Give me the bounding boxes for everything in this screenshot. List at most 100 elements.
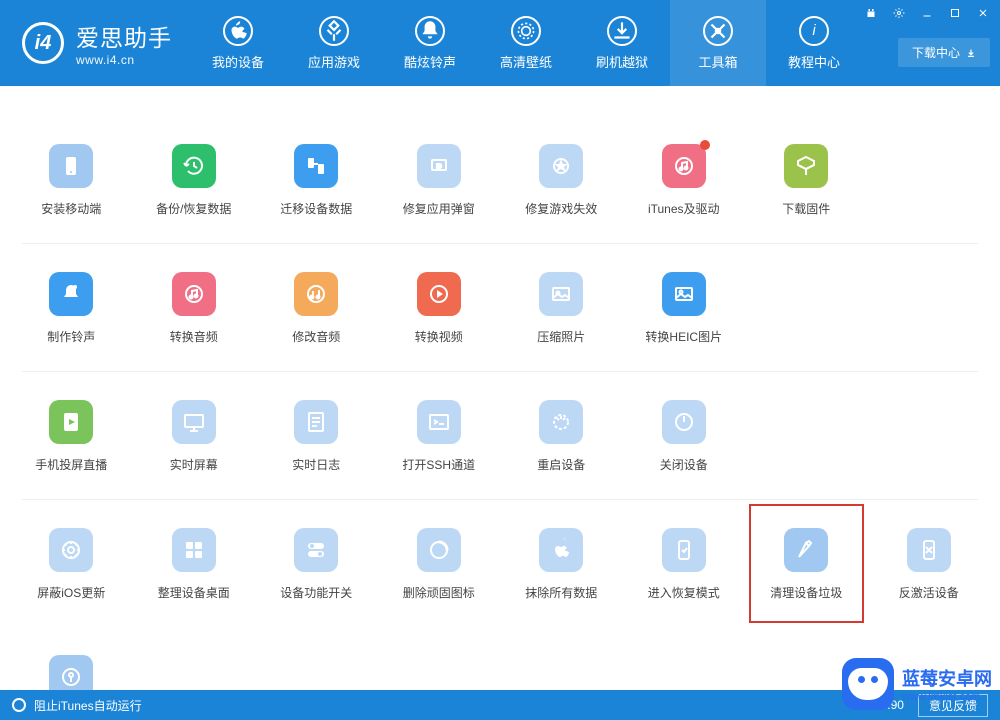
settings-button[interactable] [888, 4, 910, 22]
tool-label: 进入恢复模式 [648, 584, 720, 601]
tool-heic[interactable]: 转换HEIC图片 [623, 244, 746, 371]
brand-title: 爱思助手 [76, 19, 172, 53]
tool-video-convert[interactable]: 转换视频 [378, 244, 501, 371]
delete-icon-icon [417, 528, 461, 572]
nav-ringtones[interactable]: 酷炫铃声 [382, 0, 478, 86]
tool-label: 手机投屏直播 [35, 456, 107, 473]
tool-label: 修复应用弹窗 [403, 200, 475, 217]
nav-apps[interactable]: 应用游戏 [286, 0, 382, 86]
game-fix-icon [539, 144, 583, 188]
tool-label: iTunes及驱动 [648, 200, 720, 217]
tool-restart[interactable]: 重启设备 [500, 372, 623, 499]
close-button[interactable] [972, 4, 994, 22]
tool-label: 安装移动端 [41, 200, 101, 217]
feature-toggle-icon [294, 528, 338, 572]
tool-label: 抹除所有数据 [525, 584, 597, 601]
download-icon [607, 16, 637, 46]
nav-label: 教程中心 [788, 52, 840, 71]
video-convert-icon [417, 272, 461, 316]
theme-button[interactable] [860, 4, 882, 22]
nav-my-device[interactable]: 我的设备 [190, 0, 286, 86]
tool-restrictions[interactable]: 访问限制 [10, 627, 133, 690]
minimize-button[interactable] [916, 4, 938, 22]
audio-edit-icon [294, 272, 338, 316]
brand-subtitle: www.i4.cn [76, 53, 172, 67]
info-icon: i [799, 16, 829, 46]
nav-label: 高清壁纸 [500, 52, 552, 71]
tool-game-fix[interactable]: 修复游戏失效 [500, 116, 623, 243]
tool-label: 修改音频 [292, 328, 340, 345]
tool-firmware[interactable]: 下载固件 [745, 116, 868, 243]
tool-shutdown[interactable]: 关闭设备 [623, 372, 746, 499]
block-update-icon [49, 528, 93, 572]
watermark-sub: www.lmkjst.com [902, 691, 992, 703]
nav-toolbox[interactable]: 工具箱 [670, 0, 766, 86]
nav-tutorials[interactable]: i 教程中心 [766, 0, 862, 86]
tool-label: 清理设备垃圾 [770, 584, 842, 601]
realtime-log-icon [294, 400, 338, 444]
heic-icon [662, 272, 706, 316]
tool-label: 关闭设备 [660, 456, 708, 473]
tool-backup[interactable]: 备份/恢复数据 [133, 116, 256, 243]
clean-junk-icon [784, 528, 828, 572]
tool-label: 打开SSH通道 [402, 456, 475, 473]
tool-label: 备份/恢复数据 [156, 200, 231, 217]
nav-label: 应用游戏 [308, 52, 360, 71]
tool-audio-edit[interactable]: 修改音频 [255, 244, 378, 371]
tool-label: 转换视频 [415, 328, 463, 345]
appleid-fix-icon: ID [417, 144, 461, 188]
tool-label: 转换音频 [170, 328, 218, 345]
shutdown-icon [662, 400, 706, 444]
tool-realtime-screen[interactable]: 实时屏幕 [133, 372, 256, 499]
tool-itunes[interactable]: iTunes及驱动 [623, 116, 746, 243]
tool-block-update[interactable]: 屏蔽iOS更新 [10, 500, 133, 627]
apple-icon [223, 16, 253, 46]
tool-clean-junk[interactable]: 清理设备垃圾 [745, 500, 868, 627]
recovery-mode-icon [662, 528, 706, 572]
tool-appleid-fix[interactable]: ID 修复应用弹窗 [378, 116, 501, 243]
tool-label: 实时日志 [292, 456, 340, 473]
download-center-label: 下载中心 [912, 44, 960, 61]
tool-deactivate[interactable]: 反激活设备 [868, 500, 991, 627]
tool-migrate[interactable]: 迁移设备数据 [255, 116, 378, 243]
erase-all-icon [539, 528, 583, 572]
tool-label: 转换HEIC图片 [645, 328, 722, 345]
tool-erase-all[interactable]: 抹除所有数据 [500, 500, 623, 627]
window-controls [854, 0, 1000, 26]
tool-label: 整理设备桌面 [158, 584, 230, 601]
audio-convert-icon [172, 272, 216, 316]
nav-label: 刷机越狱 [596, 52, 648, 71]
maximize-button[interactable] [944, 4, 966, 22]
screencast-icon [49, 400, 93, 444]
tool-recovery-mode[interactable]: 进入恢复模式 [623, 500, 746, 627]
tool-label: 删除顽固图标 [403, 584, 475, 601]
nav-label: 我的设备 [212, 52, 264, 71]
tool-delete-icon[interactable]: 删除顽固图标 [378, 500, 501, 627]
tool-feature-toggle[interactable]: 设备功能开关 [255, 500, 378, 627]
tool-label: 重启设备 [537, 456, 585, 473]
deactivate-icon [907, 528, 951, 572]
block-itunes-label: 阻止iTunes自动运行 [34, 697, 142, 714]
tool-compress-photo[interactable]: 压缩照片 [500, 244, 623, 371]
tool-label: 压缩照片 [537, 328, 585, 345]
tool-install-mobile[interactable]: 安装移动端 [10, 116, 133, 243]
tool-label: 实时屏幕 [170, 456, 218, 473]
tool-audio-convert[interactable]: 转换音频 [133, 244, 256, 371]
tool-realtime-log[interactable]: 实时日志 [255, 372, 378, 499]
tool-ssh[interactable]: 打开SSH通道 [378, 372, 501, 499]
nav-jailbreak[interactable]: 刷机越狱 [574, 0, 670, 86]
nav-label: 工具箱 [698, 52, 737, 71]
wallpaper-icon [511, 16, 541, 46]
download-center-button[interactable]: 下载中心 [898, 38, 990, 67]
block-itunes-toggle[interactable] [12, 698, 26, 712]
realtime-screen-icon [172, 400, 216, 444]
tool-label: 制作铃声 [47, 328, 95, 345]
toolbox-content: 安装移动端 备份/恢复数据 迁移设备数据 ID 修复应用弹窗 修复游戏失效 iTunes及驱… [0, 86, 1000, 690]
tool-arrange-desktop[interactable]: 整理设备桌面 [133, 500, 256, 627]
nav-wallpaper[interactable]: 高清壁纸 [478, 0, 574, 86]
tools-icon [703, 16, 733, 46]
tool-ringtone[interactable]: 制作铃声 [10, 244, 133, 371]
migrate-icon [294, 144, 338, 188]
nav-label: 酷炫铃声 [404, 52, 456, 71]
tool-screencast[interactable]: 手机投屏直播 [10, 372, 133, 499]
